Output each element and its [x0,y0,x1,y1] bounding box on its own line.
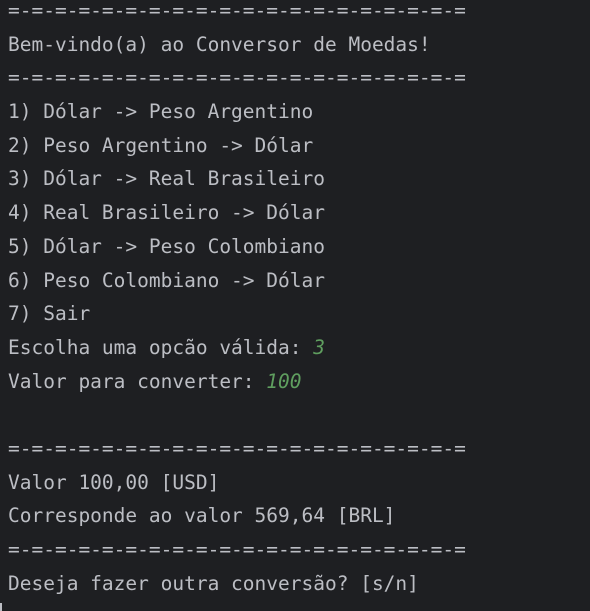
separator-line: =-=-=-=-=-=-=-=-=-=-=-=-=-=-=-=-=-=-=-= [8,538,466,561]
amount-line: Valor para converter: 100 [8,365,588,399]
input-caret[interactable] [0,603,2,611]
amount-input-value: 100 [266,369,302,393]
console-output: =-=-=-=-=-=-=-=-=-=-=-=-=-=-=-=-=-=-=-= … [8,0,588,600]
result-converted-line: Corresponde ao valor 569,64 [BRL] [8,504,396,528]
choice-prompt: Escolha uma opcão válida: [8,335,314,359]
choice-input-value: 3 [313,335,325,359]
menu-option-5: 5) Dólar -> Peso Colombiano [8,234,325,258]
again-prompt: Deseja fazer outra conversão? [s/n] [8,571,419,595]
separator-line: =-=-=-=-=-=-=-=-=-=-=-=-=-=-=-=-=-=-=-= [8,436,466,460]
choice-line: Escolha uma opcão válida: 3 [8,331,588,365]
menu-option-1: 1) Dólar -> Peso Argentino [8,100,314,124]
menu-option-6: 6) Peso Colombiano -> Dólar [8,268,325,292]
menu-option-2: 2) Peso Argentino -> Dólar [8,133,314,157]
welcome-message: Bem-vindo(a) ao Conversor de Moedas! [8,32,431,56]
separator-line: =-=-=-=-=-=-=-=-=-=-=-=-=-=-=-=-=-=-=-= [8,66,466,90]
separator-line: =-=-=-=-=-=-=-=-=-=-=-=-=-=-=-=-=-=-=-= [8,0,466,22]
result-value-line: Valor 100,00 [USD] [8,470,220,494]
menu-option-7: 7) Sair [8,302,91,326]
amount-prompt: Valor para converter: [8,369,267,393]
menu-option-3: 3) Dólar -> Real Brasileiro [8,167,325,191]
menu-option-4: 4) Real Brasileiro -> Dólar [8,201,325,225]
